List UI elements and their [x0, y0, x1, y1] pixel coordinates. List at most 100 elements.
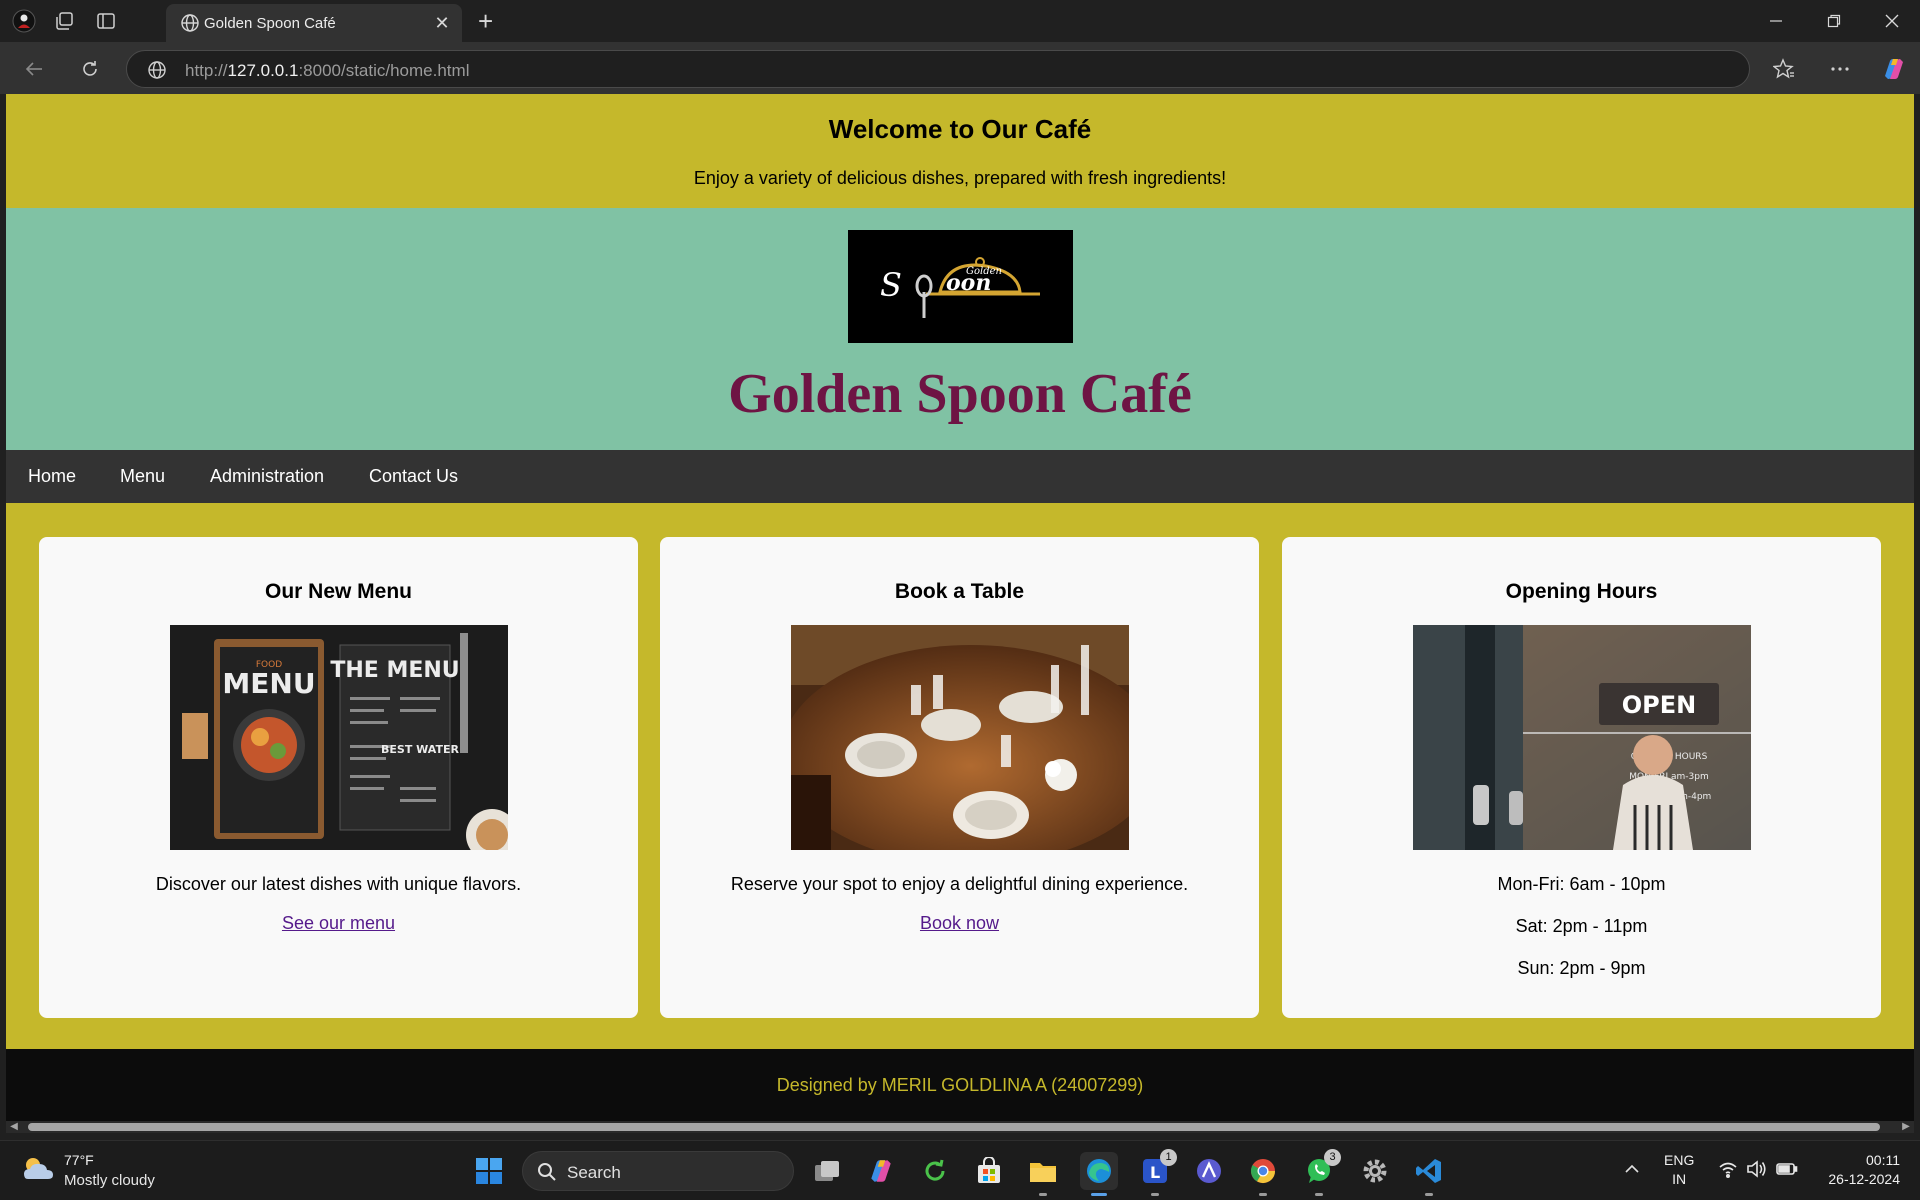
whatsapp-icon[interactable]: 3 — [1300, 1149, 1341, 1196]
copilot-icon[interactable] — [1880, 55, 1908, 83]
svg-text:S: S — [880, 266, 902, 304]
nav-contact-us[interactable]: Contact Us — [369, 466, 458, 487]
url-text: http://127.0.0.1:8000/static/home.html — [185, 61, 470, 80]
card-new-menu: Our New Menu MENU FOOD THE MENU BEST WAT… — [39, 537, 638, 1018]
hours-saturday: Sat: 2pm - 11pm — [1515, 916, 1648, 936]
copilot-app-icon[interactable] — [862, 1152, 900, 1190]
file-explorer-icon[interactable] — [1024, 1152, 1062, 1196]
profile-avatar-icon[interactable] — [12, 9, 36, 33]
brand-header: S oon Golden Golden Spoon Café — [6, 208, 1914, 450]
l-app-icon[interactable]: L 1 — [1136, 1149, 1177, 1196]
running-indicator — [1039, 1193, 1047, 1196]
card-description: Reserve your spot to enjoy a delightful … — [730, 874, 1189, 894]
running-indicator — [1151, 1193, 1159, 1196]
page-footer: Designed by MERIL GOLDLINA A (24007299) — [6, 1049, 1914, 1121]
settings-gear-icon[interactable] — [1356, 1152, 1394, 1190]
notification-badge: 3 — [1324, 1149, 1341, 1166]
svg-text:MENU: MENU — [222, 667, 315, 700]
browser-address-bar: http://127.0.0.1:8000/static/home.html — [0, 42, 1920, 94]
card-book-table: Book a Table Reserve your spot to enjoy … — [660, 537, 1259, 1018]
svg-text:THE MENU: THE MENU — [330, 658, 459, 683]
close-window-icon[interactable] — [1872, 6, 1912, 36]
menu-image: MENU FOOD THE MENU BEST WATER — [170, 625, 508, 850]
running-indicator — [1091, 1193, 1107, 1196]
svg-text:BEST WATER: BEST WATER — [381, 743, 459, 756]
close-tab-icon[interactable]: ✕ — [432, 13, 452, 33]
task-view-icon[interactable] — [808, 1152, 846, 1190]
svg-text:FOOD: FOOD — [256, 660, 282, 670]
brand-title: Golden Spoon Café — [728, 363, 1192, 425]
language-code: ENG — [1664, 1152, 1695, 1168]
book-now-link[interactable]: Book now — [660, 913, 1259, 934]
footer-credit: Designed by MERIL GOLDLINA A (24007299) — [776, 1075, 1144, 1095]
weather-cloud-icon[interactable] — [20, 1153, 56, 1190]
card-title: Book a Table — [894, 580, 1025, 603]
minimize-icon[interactable] — [1756, 6, 1796, 36]
clock-time: 00:11 — [1866, 1152, 1900, 1168]
windows-start-icon[interactable] — [470, 1152, 508, 1190]
nav-administration[interactable]: Administration — [210, 466, 324, 487]
card-description: Discover our latest dishes with unique f… — [155, 874, 522, 894]
horizontal-scrollbar[interactable]: ◀ ▶ — [6, 1121, 1914, 1133]
card-opening-hours: Opening Hours OPEN OPENING HOURS MON-FRI… — [1282, 537, 1881, 1018]
running-indicator — [1425, 1193, 1433, 1196]
triangle-app-icon[interactable] — [1190, 1152, 1228, 1190]
nav-home[interactable]: Home — [28, 466, 76, 487]
volume-icon[interactable] — [1746, 1159, 1768, 1184]
scroll-right-arrow-icon[interactable]: ▶ — [1900, 1121, 1912, 1133]
region-code: IN — [1672, 1171, 1687, 1187]
welcome-text: Enjoy a variety of delicious dishes, pre… — [693, 168, 1227, 188]
back-arrow-icon[interactable] — [20, 55, 48, 83]
site-info-icon[interactable] — [147, 60, 167, 85]
more-options-icon[interactable] — [1826, 55, 1854, 83]
notification-badge: 1 — [1160, 1149, 1177, 1166]
browser-tab-bar: Golden Spoon Café ✕ + — [0, 0, 1920, 42]
hours-sunday: Sun: 2pm - 9pm — [1517, 958, 1646, 978]
taskbar-search[interactable]: Search — [522, 1151, 794, 1191]
vscode-icon[interactable] — [1410, 1152, 1448, 1196]
search-label: Search — [567, 1163, 621, 1182]
scroll-left-arrow-icon[interactable]: ◀ — [8, 1121, 20, 1133]
globe-icon — [180, 13, 200, 38]
restore-icon[interactable] — [1814, 6, 1854, 36]
battery-icon[interactable] — [1776, 1159, 1798, 1184]
new-tab-icon[interactable]: + — [478, 8, 493, 34]
store-icon[interactable] — [970, 1152, 1008, 1190]
running-indicator — [1259, 1193, 1267, 1196]
show-hidden-icons-chevron-icon[interactable] — [1624, 1161, 1640, 1182]
tab-golden-spoon[interactable]: Golden Spoon Café ✕ — [166, 4, 462, 42]
workspaces-icon[interactable] — [52, 9, 76, 33]
welcome-title: Welcome to Our Café — [828, 114, 1092, 144]
clock-date: 26-12-2024 — [1828, 1171, 1900, 1187]
url-field[interactable]: http://127.0.0.1:8000/static/home.html — [126, 50, 1750, 88]
open-sign-image: OPEN OPENING HOURS MON-FRI am-3pm SAT-SU… — [1413, 625, 1751, 850]
dining-table-image — [791, 625, 1129, 850]
vertical-tabs-icon[interactable] — [94, 9, 118, 33]
weather-desc: Mostly cloudy — [64, 1172, 155, 1189]
system-clock[interactable]: 00:11 26-12-2024 — [1812, 1151, 1900, 1189]
windows-taskbar: 77°F Mostly cloudy Search L 1 3 ENG IN 0… — [0, 1140, 1920, 1200]
welcome-banner: Welcome to Our Café Enjoy a variety of d… — [6, 94, 1914, 208]
card-title: Opening Hours — [1505, 580, 1658, 603]
scrollbar-thumb[interactable] — [28, 1123, 1880, 1131]
weather-temp: 77°F — [64, 1152, 94, 1168]
language-indicator[interactable]: ENG IN — [1664, 1151, 1694, 1189]
svg-text:OPEN: OPEN — [1622, 691, 1696, 719]
hours-weekdays: Mon-Fri: 6am - 10pm — [1497, 874, 1666, 894]
nav-menu[interactable]: Menu — [120, 466, 165, 487]
wifi-icon[interactable] — [1718, 1159, 1738, 1184]
running-indicator — [1315, 1193, 1323, 1196]
refresh-app-icon[interactable] — [916, 1152, 954, 1190]
tab-title: Golden Spoon Café — [204, 15, 336, 32]
chrome-icon[interactable] — [1244, 1152, 1282, 1196]
search-icon — [537, 1162, 557, 1187]
see-menu-link[interactable]: See our menu — [39, 913, 638, 934]
edge-browser-icon[interactable] — [1080, 1152, 1118, 1196]
main-nav: Home Menu Administration Contact Us — [6, 450, 1914, 503]
cafe-logo: S oon Golden — [848, 230, 1073, 343]
card-title: Our New Menu — [264, 580, 412, 603]
svg-text:L: L — [1150, 1163, 1160, 1182]
page-viewport: Welcome to Our Café Enjoy a variety of d… — [6, 94, 1914, 1121]
favorites-star-icon[interactable] — [1770, 55, 1798, 83]
refresh-icon[interactable] — [76, 55, 104, 83]
